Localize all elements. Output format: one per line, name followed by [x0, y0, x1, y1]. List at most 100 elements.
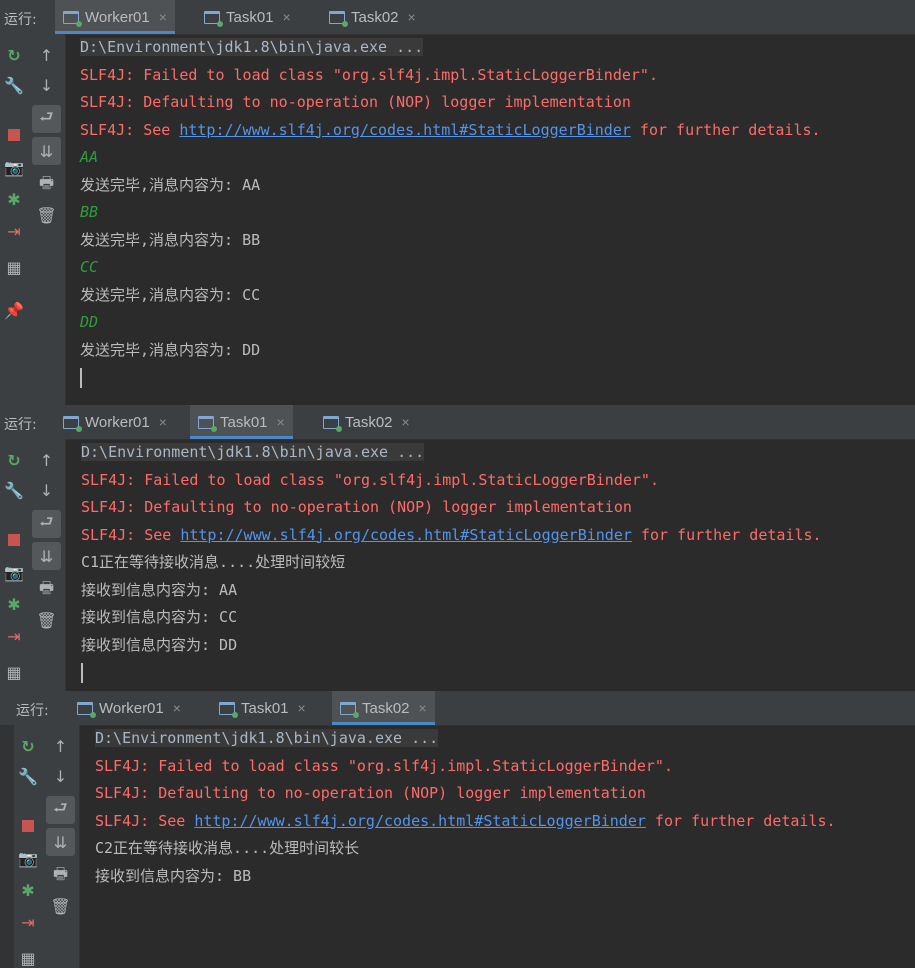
- arrow-down-icon[interactable]: ↓: [28, 479, 65, 501]
- soft-wrap-icon[interactable]: ⮐: [28, 105, 65, 133]
- debug-icon[interactable]: ✱: [0, 593, 28, 615]
- print-icon[interactable]: 🖶: [28, 173, 65, 196]
- console-line: C1正在等待接收消息....处理时间较短: [81, 549, 915, 577]
- camera-icon[interactable]: 📷: [0, 561, 28, 583]
- camera-icon[interactable]: 📷: [14, 847, 42, 869]
- error-line: SLF4J: Defaulting to no-operation (NOP) …: [80, 93, 631, 111]
- console-line: SLF4J: Failed to load class "org.slf4j.i…: [95, 753, 915, 781]
- console-line: 发送完毕,消息内容为: AA: [80, 172, 915, 200]
- tab-task01[interactable]: Task01 ×: [190, 405, 293, 439]
- run-toolbar-right: ↑ ↓ ⮐ ⇊ 🖶 🗑: [28, 439, 66, 691]
- run-panel-task01: 运行: Worker01 × Task01 × Task02 × ↻ 🔧 📷 ✱ ⇥ ▦ ↑ ↓ ⮐ ⇊ 🖶 🗑 D:…: [0, 405, 915, 691]
- command-line: D:\Environment\jdk1.8\bin\java.exe ...: [80, 38, 424, 56]
- stop-icon[interactable]: [0, 124, 28, 146]
- close-icon[interactable]: ×: [173, 700, 181, 716]
- console-line: SLF4J: See http://www.slf4j.org/codes.ht…: [95, 808, 915, 836]
- pin-icon[interactable]: 📌: [0, 299, 28, 321]
- console-line: DD: [80, 309, 915, 337]
- console-tab-icon: [204, 10, 223, 27]
- login-icon[interactable]: ⇥: [0, 220, 28, 242]
- trash-icon[interactable]: 🗑: [28, 609, 65, 631]
- console-line: C2正在等待接收消息....处理时间较长: [95, 835, 915, 863]
- output-text: C2正在等待接收消息....处理时间较长: [95, 839, 360, 857]
- console-line: 发送完毕,消息内容为: BB: [80, 227, 915, 255]
- close-icon[interactable]: ×: [419, 700, 427, 716]
- wrench-icon[interactable]: 🔧: [0, 74, 28, 96]
- output-text: 发送完毕,消息内容为: BB: [80, 230, 261, 249]
- close-icon[interactable]: ×: [283, 9, 291, 25]
- layout-icon[interactable]: ▦: [0, 256, 28, 278]
- console-tab-icon: [63, 415, 82, 432]
- arrow-down-icon[interactable]: ↓: [28, 74, 65, 96]
- camera-icon[interactable]: 📷: [0, 156, 28, 178]
- rerun-icon[interactable]: ↻: [0, 449, 28, 471]
- debug-icon[interactable]: ✱: [0, 188, 28, 210]
- scroll-to-end-icon[interactable]: ⇊: [28, 137, 65, 165]
- stop-icon[interactable]: [14, 815, 42, 837]
- arrow-up-icon[interactable]: ↑: [42, 735, 79, 757]
- rerun-icon[interactable]: ↻: [0, 44, 28, 66]
- tab-task01[interactable]: Task01 ×: [196, 0, 299, 34]
- print-icon[interactable]: 🖶: [42, 864, 79, 887]
- login-icon[interactable]: ⇥: [14, 911, 42, 933]
- console-output[interactable]: D:\Environment\jdk1.8\bin\java.exe ... SL…: [81, 439, 915, 691]
- arrow-up-icon[interactable]: ↑: [28, 44, 65, 66]
- tab-label: Task02: [345, 413, 393, 431]
- error-line: SLF4J: See: [95, 811, 195, 830]
- console-line: 发送完毕,消息内容为: CC: [80, 282, 915, 310]
- scroll-to-end-icon[interactable]: ⇊: [28, 542, 65, 570]
- console-output[interactable]: D:\Environment\jdk1.8\bin\java.exe ... SL…: [95, 725, 915, 968]
- console-tab-icon: [340, 701, 359, 718]
- error-line: SLF4J: Failed to load class "org.slf4j.i…: [95, 756, 673, 775]
- console-output[interactable]: D:\Environment\jdk1.8\bin\java.exe ... SL…: [80, 34, 915, 405]
- arrow-up-icon[interactable]: ↑: [28, 449, 65, 471]
- debug-icon[interactable]: ✱: [14, 879, 42, 901]
- soft-wrap-icon[interactable]: ⮐: [28, 510, 65, 538]
- close-icon[interactable]: ×: [277, 414, 285, 430]
- tab-worker01[interactable]: Worker01 ×: [69, 691, 189, 725]
- tab-task02[interactable]: Task02 ×: [315, 405, 418, 439]
- output-text: 发送完毕,消息内容为: CC: [80, 285, 261, 304]
- output-text: 接收到信息内容为: BB: [95, 866, 252, 885]
- login-icon[interactable]: ⇥: [0, 625, 28, 647]
- trash-icon[interactable]: 🗑: [28, 204, 65, 226]
- trash-icon[interactable]: 🗑: [42, 895, 79, 917]
- stop-icon[interactable]: [0, 529, 28, 551]
- layout-icon[interactable]: ▦: [0, 661, 28, 683]
- command-line: D:\Environment\jdk1.8\bin\java.exe ...: [81, 443, 425, 461]
- layout-icon[interactable]: ▦: [14, 947, 42, 968]
- close-icon[interactable]: ×: [159, 9, 167, 25]
- scroll-to-end-icon[interactable]: ⇊: [42, 828, 79, 856]
- tab-task01[interactable]: Task01 ×: [211, 691, 314, 725]
- tab-task02[interactable]: Task02 ×: [321, 0, 424, 34]
- close-icon[interactable]: ×: [408, 9, 416, 25]
- close-icon[interactable]: ×: [159, 414, 167, 430]
- run-toolbar-right: ↑ ↓ ⮐ ⇊ 🖶 🗑: [28, 34, 66, 405]
- wrench-icon[interactable]: 🔧: [0, 479, 28, 501]
- print-icon[interactable]: 🖶: [28, 578, 65, 601]
- soft-wrap-icon[interactable]: ⮐: [42, 796, 79, 824]
- tab-task02[interactable]: Task02 ×: [332, 691, 435, 725]
- sent-message: CC: [80, 258, 99, 276]
- console-line: D:\Environment\jdk1.8\bin\java.exe ...: [81, 439, 915, 467]
- wrench-icon[interactable]: 🔧: [14, 765, 42, 787]
- slf4j-link[interactable]: http://www.slf4j.org/codes.html#StaticLo…: [194, 812, 646, 830]
- run-label: 运行:: [4, 12, 37, 28]
- console-tab-icon: [329, 10, 348, 27]
- tab-worker01[interactable]: Worker01 ×: [55, 0, 175, 34]
- tab-bar: 运行: Worker01 × Task01 × Task02 ×: [0, 691, 915, 726]
- tab-worker01[interactable]: Worker01 ×: [55, 405, 175, 439]
- tab-label: Task01: [241, 699, 289, 717]
- slf4j-link[interactable]: http://www.slf4j.org/codes.html#StaticLo…: [179, 121, 631, 139]
- rerun-icon[interactable]: ↻: [14, 735, 42, 757]
- close-icon[interactable]: ×: [402, 414, 410, 430]
- console-line: SLF4J: Failed to load class "org.slf4j.i…: [81, 467, 915, 495]
- run-panel-task02: 运行:Worker01×Task01×Task02×↻🔧📷✱⇥▦📌↑↓⮐⇊🖶🗑D…: [0, 691, 915, 968]
- arrow-down-icon[interactable]: ↓: [42, 765, 79, 787]
- close-icon[interactable]: ×: [298, 700, 306, 716]
- run-toolbar-left: ↻ 🔧 📷 ✱ ⇥ ▦: [0, 439, 29, 691]
- slf4j-link[interactable]: http://www.slf4j.org/codes.html#StaticLo…: [180, 526, 632, 544]
- text-cursor: [81, 662, 83, 683]
- sent-message: AA: [80, 148, 99, 166]
- run-label: 运行:: [16, 703, 49, 719]
